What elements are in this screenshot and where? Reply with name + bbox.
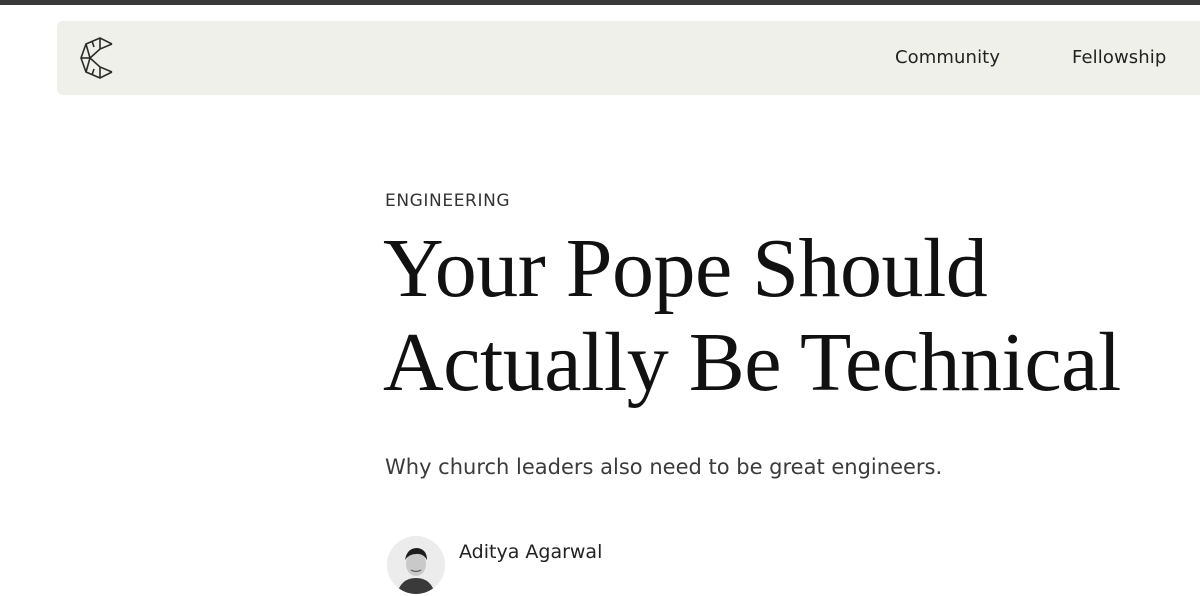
- article-subtitle: Why church leaders also need to be great…: [385, 455, 943, 479]
- navbar: Community Fellowship: [57, 21, 1200, 95]
- nav-link-community[interactable]: Community: [895, 47, 1000, 68]
- author-name[interactable]: Aditya Agarwal: [459, 541, 602, 563]
- article-title: Your Pope Should Actually Be Technical: [383, 222, 1200, 410]
- top-rule: [0, 0, 1200, 5]
- nav-link-fellowship[interactable]: Fellowship: [1072, 47, 1166, 68]
- article-title-line-2: Actually Be Technical: [383, 316, 1121, 409]
- article-title-line-1: Your Pope Should: [383, 222, 988, 315]
- author-avatar[interactable]: [387, 536, 445, 594]
- logo-icon[interactable]: [78, 37, 118, 79]
- article-category[interactable]: ENGINEERING: [385, 191, 510, 211]
